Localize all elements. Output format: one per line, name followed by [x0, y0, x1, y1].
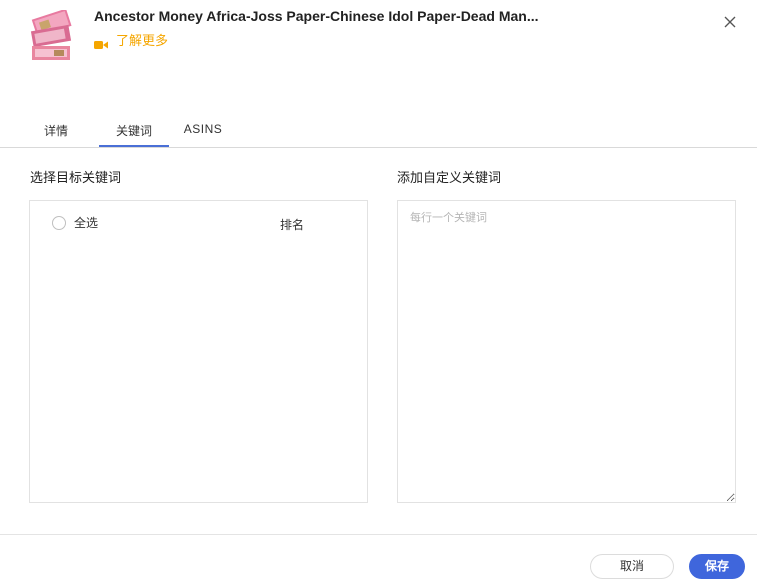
- video-camera-icon: [94, 35, 108, 49]
- tab-bar: 详情 关键词 ASINS: [0, 114, 757, 148]
- learn-more-label: 了解更多: [116, 34, 169, 49]
- close-icon[interactable]: [722, 14, 738, 30]
- select-all-radio[interactable]: [52, 216, 66, 230]
- tab-asins[interactable]: ASINS: [175, 114, 231, 147]
- product-thumbnail: [28, 8, 74, 64]
- rank-column-header: 排名: [280, 218, 305, 232]
- keyword-dialog: Ancestor Money Africa-Joss Paper-Chinese…: [0, 0, 757, 586]
- tab-details[interactable]: 详情: [29, 114, 83, 147]
- custom-keywords-textarea[interactable]: [397, 200, 736, 503]
- target-keyword-list: 全选 排名: [29, 200, 368, 503]
- tab-keywords[interactable]: 关键词: [99, 114, 169, 147]
- product-title: Ancestor Money Africa-Joss Paper-Chinese…: [94, 8, 539, 24]
- add-custom-keywords-title: 添加自定义关键词: [397, 171, 502, 186]
- learn-more-link[interactable]: 了解更多: [94, 30, 168, 49]
- footer-divider: [0, 534, 757, 535]
- cancel-button[interactable]: 取消: [590, 554, 674, 579]
- select-target-keywords-title: 选择目标关键词: [30, 171, 122, 186]
- select-all-label[interactable]: 全选: [74, 214, 98, 231]
- save-button[interactable]: 保存: [689, 554, 745, 579]
